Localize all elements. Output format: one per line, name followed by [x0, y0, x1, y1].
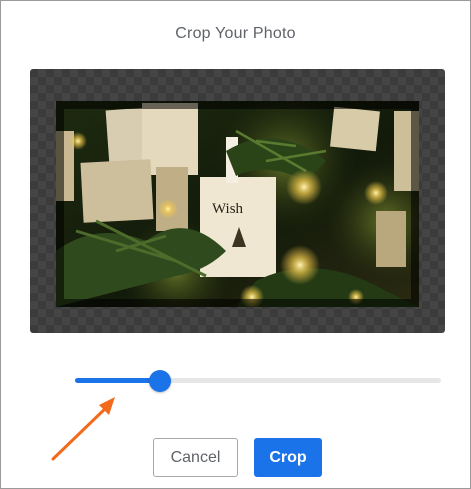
- slider-fill: [75, 378, 160, 383]
- annotation-arrow-icon: [51, 397, 115, 461]
- photo-preview[interactable]: Wish: [56, 101, 419, 307]
- dialog-title: Crop Your Photo: [175, 25, 296, 42]
- crop-canvas[interactable]: Wish: [30, 69, 445, 333]
- photo-image: Wish: [56, 101, 419, 307]
- crop-dialog: Crop Your Photo Wish Cancel Crop: [0, 0, 471, 489]
- slider-thumb[interactable]: [149, 370, 171, 392]
- crop-button[interactable]: Crop: [254, 438, 322, 477]
- zoom-slider[interactable]: [75, 370, 441, 392]
- cancel-button[interactable]: Cancel: [153, 438, 238, 477]
- wish-tag-text: Wish: [212, 201, 244, 217]
